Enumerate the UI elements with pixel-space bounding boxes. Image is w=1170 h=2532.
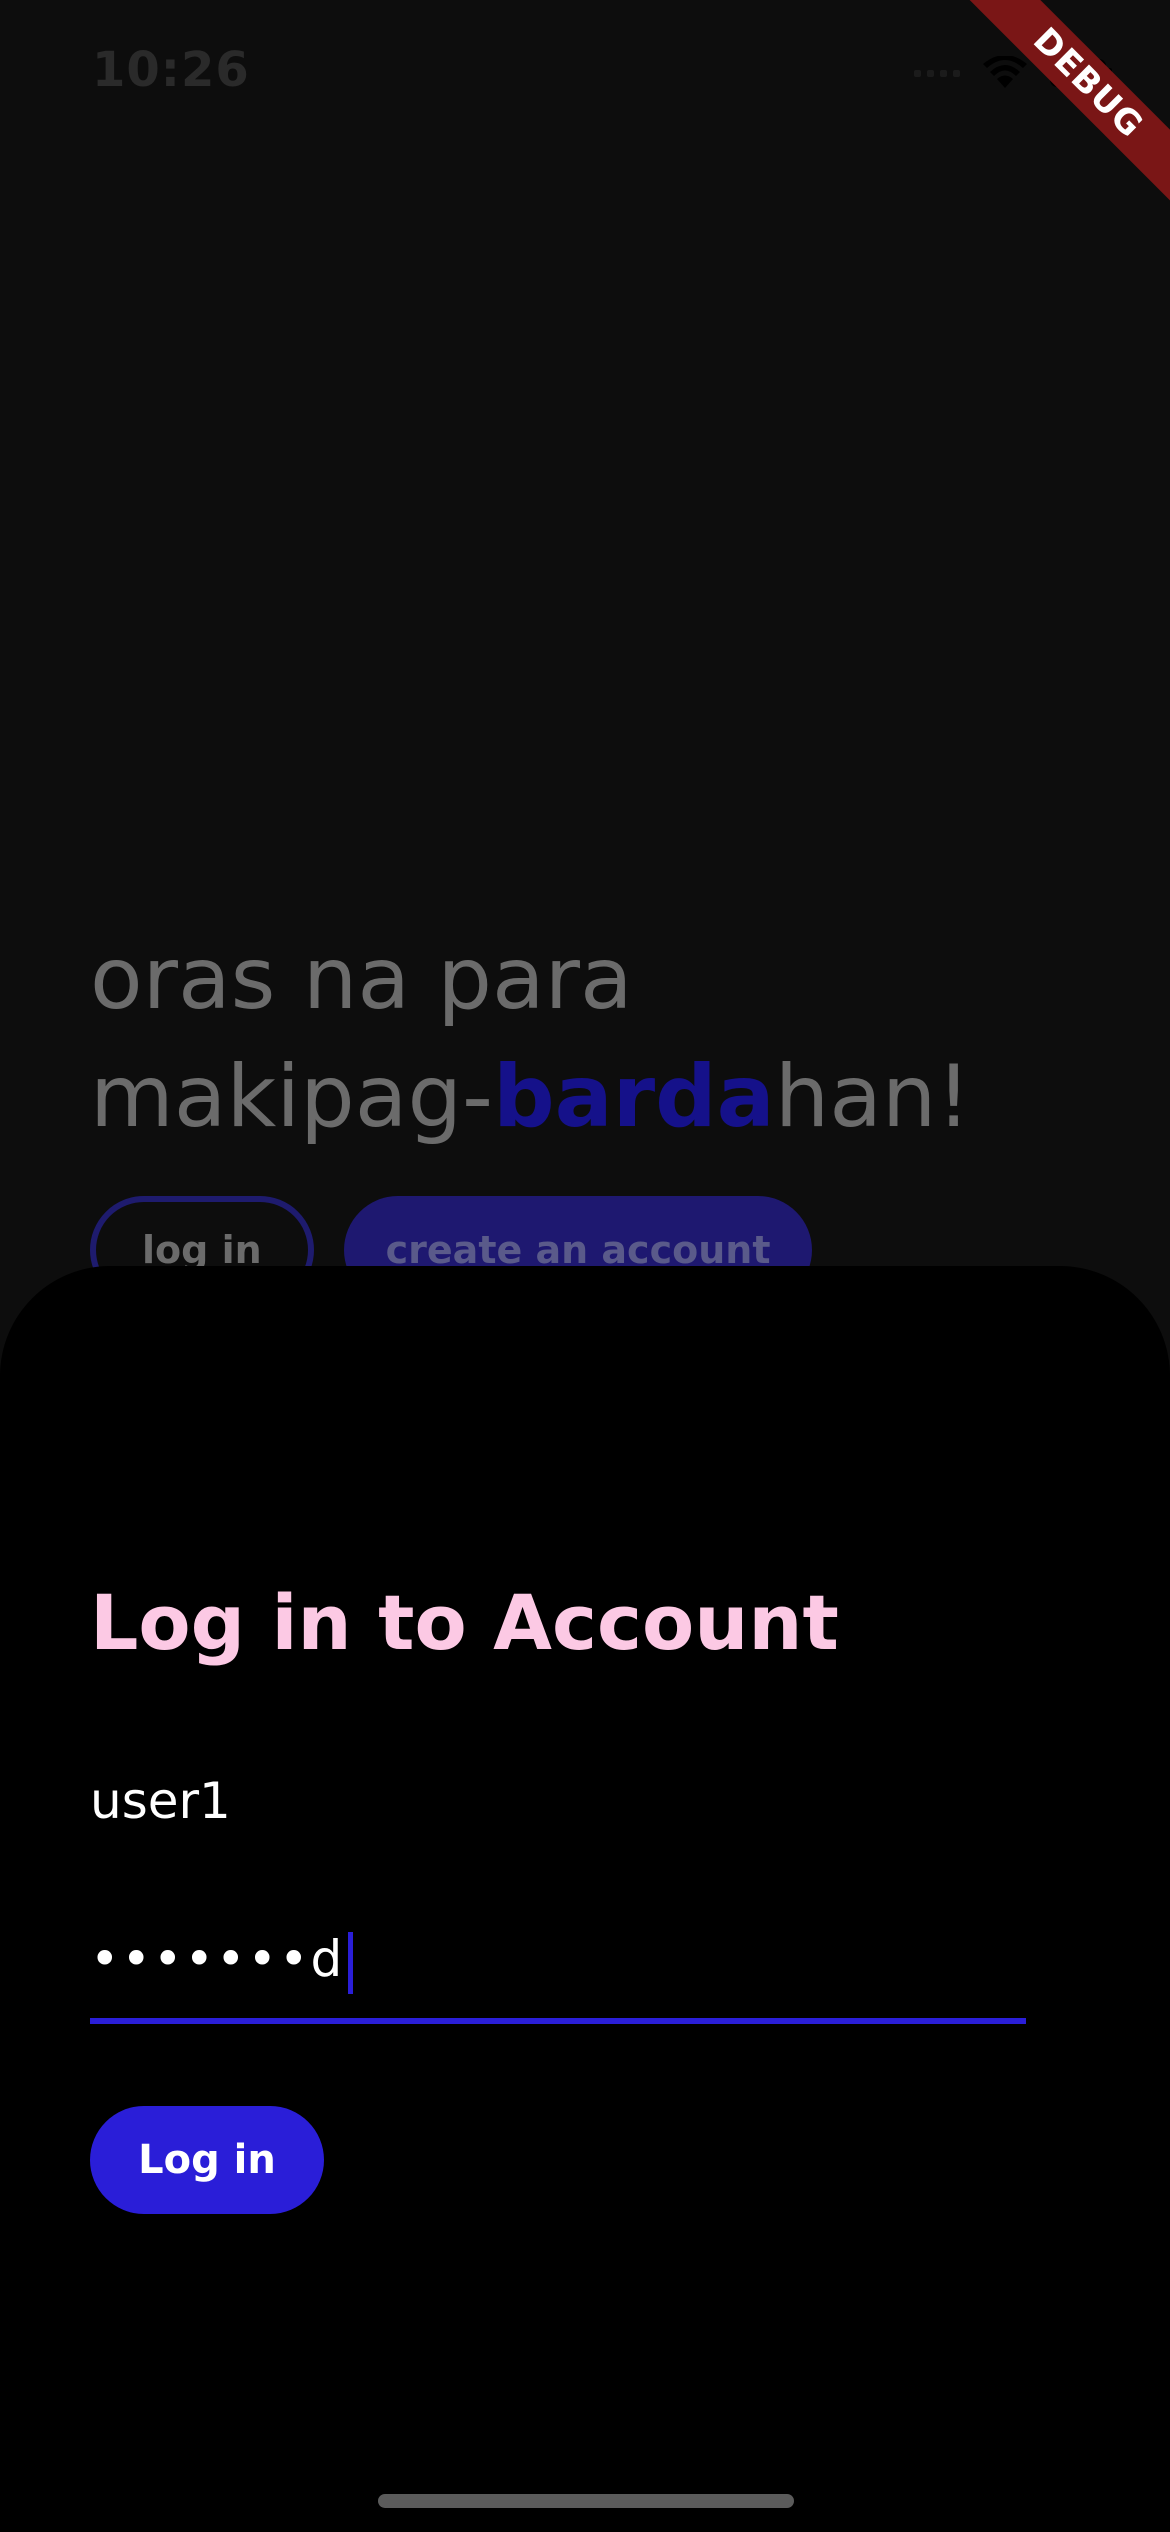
sheet-title: Log in to Account xyxy=(90,1578,839,1667)
login-bottom-sheet: Log in to Account user1 •••••••d Log in xyxy=(0,1266,1170,2532)
password-text: •••••••d xyxy=(90,1930,345,1988)
cellular-signal-icon xyxy=(914,69,960,77)
headline-line-1: oras na para xyxy=(90,929,633,1029)
headline-prefix: makipag- xyxy=(90,1047,494,1147)
headline-accent: barda xyxy=(493,1047,775,1147)
status-time: 10:26 xyxy=(92,42,250,98)
password-field[interactable]: •••••••d xyxy=(90,1924,1026,2024)
password-value: •••••••d xyxy=(90,1930,354,1994)
welcome-headline: oras na para makipag-bardahan! xyxy=(90,920,1130,1156)
wifi-icon xyxy=(982,56,1028,90)
debug-ribbon: DEBUG xyxy=(957,0,1170,214)
headline-suffix: han! xyxy=(774,1047,971,1147)
username-field[interactable]: user1 xyxy=(90,1772,231,1830)
home-indicator[interactable] xyxy=(378,2494,794,2508)
headline-line-2: makipag-bardahan! xyxy=(90,1038,1130,1156)
text-cursor xyxy=(348,1931,354,1994)
submit-login-button[interactable]: Log in xyxy=(90,2106,324,2214)
